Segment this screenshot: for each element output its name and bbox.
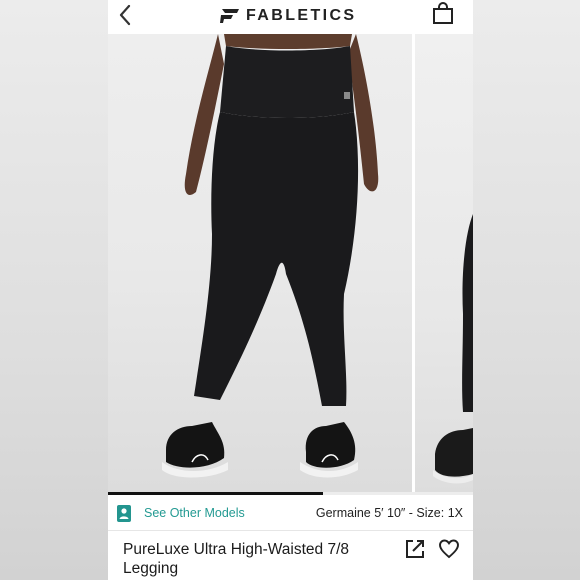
model-side-view-image: [433, 214, 473, 484]
person-badge-icon: [117, 505, 131, 522]
background-margin-left: [0, 0, 108, 580]
model-wearing-leggings-image: [162, 34, 379, 478]
fabletics-logo-icon: [220, 9, 239, 23]
back-button[interactable]: [114, 2, 138, 28]
product-image-gallery[interactable]: [108, 34, 473, 494]
gallery-progress-bar: [108, 492, 473, 495]
top-header: FABLETICS: [108, 0, 473, 32]
product-title-row: PureLuxe Ultra High-Waisted 7/8 Legging: [108, 531, 473, 580]
cart-button[interactable]: [431, 2, 455, 26]
gallery-progress-fill: [108, 492, 324, 495]
product-title: PureLuxe Ultra High-Waisted 7/8 Legging: [123, 541, 349, 577]
chevron-left-icon: [119, 4, 131, 26]
brand-name: FABLETICS: [246, 7, 357, 24]
product-image-next[interactable]: [415, 34, 473, 494]
model-info-row: See Other Models Germaine 5′ 10″ - Size:…: [108, 497, 473, 531]
favorite-button[interactable]: [438, 538, 460, 560]
share-external-icon: [406, 540, 424, 558]
product-image-main[interactable]: [108, 34, 412, 494]
share-button[interactable]: [404, 538, 426, 560]
brand-logo[interactable]: FABLETICS: [220, 5, 357, 27]
see-other-models-link[interactable]: See Other Models: [144, 506, 245, 520]
model-size-info: Germaine 5′ 10″ - Size: 1X: [315, 506, 463, 520]
heart-icon: [439, 539, 459, 559]
background-margin-right: [473, 0, 580, 580]
shopping-bag-icon: [433, 2, 453, 24]
app-screen: FABLETICS See Other Models Germaine 5′ 1…: [108, 0, 473, 580]
